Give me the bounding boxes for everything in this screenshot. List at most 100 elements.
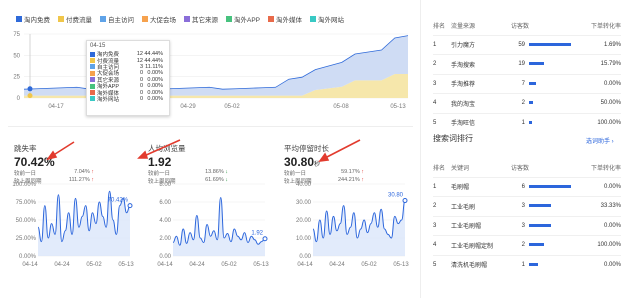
name-cell: 毛刷帽 [451, 185, 470, 192]
word-helper-link[interactable]: 选词助手 › [586, 136, 614, 145]
x-tick-label: 04-24 [189, 262, 205, 268]
x-tick-label: 05-02 [224, 104, 240, 110]
legend-item[interactable]: 自主访问 [100, 14, 134, 24]
avg-pageviews-trend-chart[interactable]: 8.00 6.00 4.00 2.00 0.00 1.92 04-14 04-24 05-02 0… [143, 178, 271, 274]
visitors-bar [529, 62, 544, 66]
legend-swatch [268, 16, 275, 22]
arrow-head [318, 152, 330, 163]
search-keyword-table: 排名 关键词 访客数 下单转化率 1 毛刷帽 6 0.00% 2 工业毛刷 3 33.33% 3 工业毛刷… [433, 158, 621, 274]
name-cell: 手淘旺信 [451, 121, 476, 128]
rank-cell: 3 [433, 222, 437, 229]
legend-item[interactable]: 大促会场 [142, 14, 176, 24]
visitors-cell: 3 [511, 216, 575, 236]
table-row[interactable]: 2 工业毛刷 3 33.33% [433, 196, 621, 217]
conversion-cell: 33.33% [600, 203, 621, 210]
visitors-cell: 7 [511, 74, 575, 94]
legend-label: 自主访问 [108, 17, 134, 24]
tooltip-swatch [90, 58, 95, 64]
tooltip-swatch [90, 70, 95, 76]
tooltip-count: 0 [139, 95, 143, 102]
name-cell: 清洗机毛刷帽 [451, 263, 488, 270]
visitors-value: 2 [521, 100, 525, 107]
legend-item[interactable]: 付费流量 [58, 14, 92, 24]
legend-label: 大促会场 [150, 17, 176, 24]
legend-swatch [142, 16, 148, 22]
visitors-bar [529, 243, 545, 247]
table-row[interactable]: 5 清洗机毛刷帽 1 0.00% [433, 255, 621, 274]
traffic-source-chart[interactable]: 755025004-1704-2104-2905-0205-0805-13 [0, 28, 415, 112]
tooltip-swatch [90, 90, 95, 96]
tooltip-pct: 0.00% [147, 89, 163, 96]
rank-cell: 4 [433, 100, 437, 107]
last-value-label: 70.42% [108, 198, 129, 204]
table-row[interactable]: 5 手淘旺信 1 100.00% [433, 113, 621, 132]
bounce-rate-trend-chart[interactable]: 100.00% 75.00% 50.00% 25.00% 0.00% 70.42% 04-1… [8, 178, 136, 274]
legend-swatch [100, 16, 106, 22]
tooltip-count: 12 [136, 57, 143, 64]
table-row[interactable]: 2 手淘搜索 19 15.79% [433, 54, 621, 75]
y-tick-label: 100.00% [12, 182, 36, 188]
conversion-cell: 50.00% [600, 100, 621, 107]
y-tick-label: 4.00 [159, 218, 171, 224]
legend-item[interactable]: 淘外网站 [310, 14, 344, 24]
name-cell: 手淘搜索 [451, 62, 476, 69]
x-tick-label: 04-14 [157, 262, 173, 268]
y-tick-label: 40.00 [296, 182, 312, 188]
search-rank-title: 搜索词排行 [433, 134, 473, 143]
x-tick-label: 05-13 [118, 262, 134, 268]
arrow-head [137, 150, 149, 159]
x-tick-label: 05-08 [333, 104, 349, 110]
visitors-value: 7 [521, 80, 525, 87]
rank-cell: 2 [433, 61, 437, 68]
right-panel-border [420, 0, 421, 298]
compare-label: 较前一日 [148, 171, 171, 177]
table-row[interactable]: 1 毛刷帽 6 0.00% [433, 177, 621, 197]
tooltip-pct: 44.44% [144, 57, 163, 64]
column-header: 访客数 [511, 23, 530, 30]
rank-cell: 4 [433, 242, 437, 249]
legend-label: 其它来源 [192, 17, 218, 24]
column-header: 访客数 [511, 165, 530, 172]
legend-item[interactable]: 淘内免费 [16, 14, 50, 24]
conversion-cell: 100.00% [597, 242, 621, 249]
legend-item[interactable]: 淘外媒体 [268, 14, 302, 24]
visitors-cell: 1 [511, 255, 575, 274]
visitors-cell: 2 [511, 236, 575, 256]
last-point [127, 203, 133, 209]
legend-label: 淘内免费 [24, 17, 50, 24]
visitors-value: 59 [518, 41, 525, 48]
visitors-bar [529, 184, 571, 188]
kpi-compare-day: 较前一日 59.17% ↑ [284, 169, 364, 177]
name-cell: 引力魔方 [451, 43, 476, 50]
tooltip-pct: 11.11% [145, 63, 163, 70]
tooltip-count: 0 [139, 70, 143, 77]
tooltip-count: 0 [139, 83, 143, 90]
y-tick-label: 0.00 [159, 254, 171, 260]
table-row[interactable]: 4 我的淘宝 2 50.00% [433, 93, 621, 114]
tooltip-swatch [90, 51, 95, 57]
compare-label: 较前一日 [14, 171, 37, 177]
table-row[interactable]: 3 工业毛刷帽 3 0.00% [433, 216, 621, 236]
arrow-line [51, 141, 75, 157]
column-header: 排名 [433, 165, 446, 172]
legend-swatch [16, 16, 22, 22]
y-tick-label: 0.00 [299, 254, 311, 260]
table-row[interactable]: 1 引力魔方 59 1.69% [433, 35, 621, 55]
legend-item[interactable]: 淘外APP [226, 14, 260, 24]
avg-stay-time-trend-chart[interactable]: 40.00 30.00 20.00 10.00 0.00 30.80 04-14 04-24 0… [283, 178, 411, 274]
tooltip-swatch [90, 83, 95, 89]
tooltip-pct: 0.00% [147, 83, 163, 90]
visitors-bar [529, 101, 533, 105]
visitors-bar [529, 120, 532, 124]
legend-item[interactable]: 其它来源 [184, 14, 218, 24]
y-tick-label: 6.00 [159, 200, 171, 206]
y-tick-label: 2.00 [159, 236, 171, 242]
table-row[interactable]: 3 手淘推荐 7 0.00% [433, 74, 621, 94]
conversion-cell: 1.69% [603, 41, 621, 48]
last-point [402, 198, 408, 204]
table-header: 排名 流量来源 访客数 下单转化率 [433, 16, 621, 35]
x-tick-label: 04-29 [180, 104, 196, 110]
y-tick-label: 10.00 [296, 236, 312, 242]
name-cell: 工业毛刷帽定制 [451, 243, 494, 250]
table-row[interactable]: 4 工业毛刷帽定制 2 100.00% [433, 235, 621, 256]
